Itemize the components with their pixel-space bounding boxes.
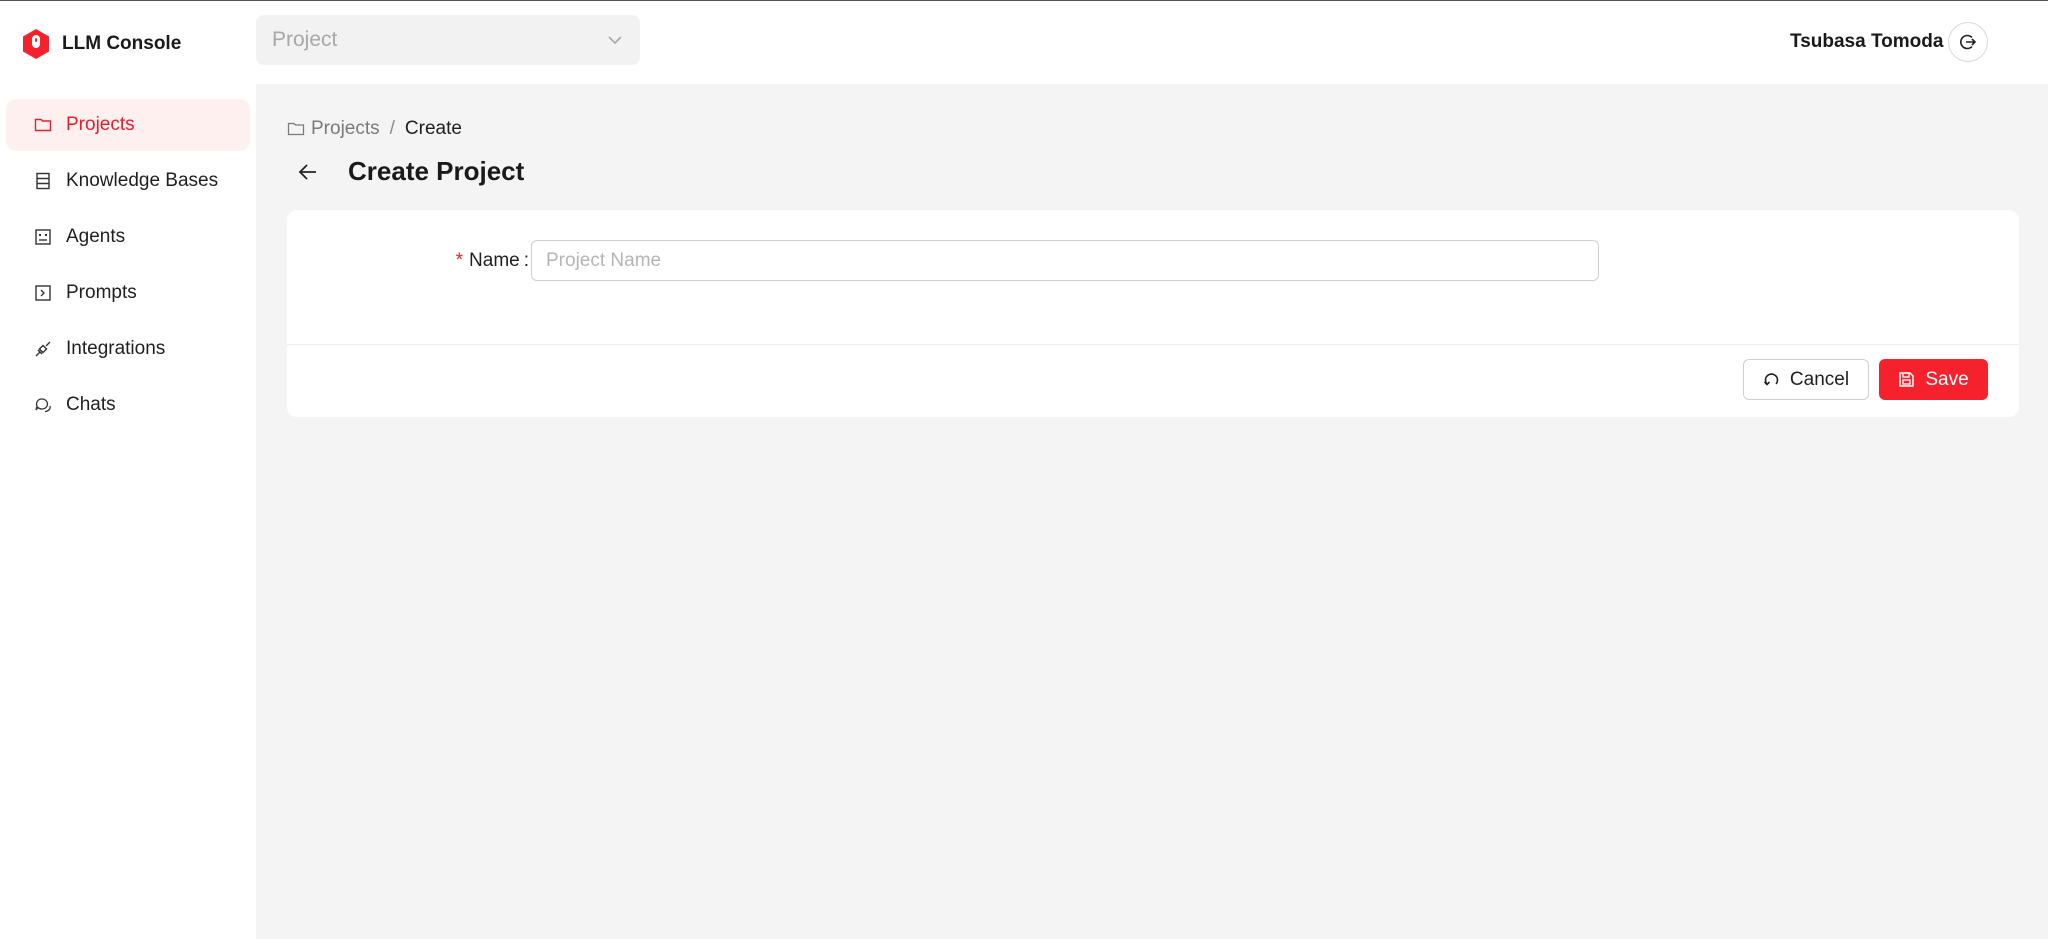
sidebar-item-projects[interactable]: Projects bbox=[6, 99, 250, 151]
breadcrumb-projects-link[interactable]: Projects bbox=[287, 118, 380, 140]
name-form-row: * Name: bbox=[287, 240, 2019, 282]
breadcrumb-separator: / bbox=[389, 118, 395, 139]
folder-icon bbox=[34, 118, 52, 132]
sidebar-item-prompts[interactable]: Prompts bbox=[6, 267, 250, 319]
back-button[interactable] bbox=[292, 156, 324, 188]
sidebar-item-label: Integrations bbox=[66, 338, 166, 359]
logout-icon bbox=[1960, 34, 1977, 50]
api-icon bbox=[35, 341, 51, 357]
required-mark: * bbox=[455, 250, 464, 271]
project-select[interactable]: Project bbox=[256, 15, 640, 65]
logo-icon bbox=[23, 29, 49, 59]
user-name: Tsubasa Tomoda bbox=[1790, 31, 1944, 52]
main-content: Projects / Create Create Project * Name: … bbox=[256, 84, 2048, 939]
breadcrumb-current: Create bbox=[404, 118, 462, 139]
sidebar-item-label: Knowledge Bases bbox=[66, 170, 219, 191]
robot-icon bbox=[35, 229, 51, 245]
sidebar-item-agents[interactable]: Agents bbox=[6, 211, 250, 263]
logout-button[interactable] bbox=[1948, 22, 1988, 62]
sidebar-item-label: Chats bbox=[66, 394, 116, 415]
app-logo[interactable]: LLM Console bbox=[20, 28, 181, 60]
folder-icon bbox=[287, 122, 305, 136]
top-bar: LLM Console Project Tsubasa Tomoda bbox=[0, 1, 2048, 84]
sidebar-item-label: Agents bbox=[66, 226, 126, 247]
sidebar-item-label: Prompts bbox=[66, 282, 137, 303]
save-button[interactable]: Save bbox=[1879, 359, 1988, 400]
chevron-down-icon bbox=[608, 36, 622, 45]
sidebar-item-chats[interactable]: Chats bbox=[6, 379, 250, 431]
breadcrumb: Projects / Create bbox=[287, 118, 462, 140]
arrow-left-icon bbox=[298, 164, 316, 180]
card-divider bbox=[287, 344, 2019, 345]
project-name-input[interactable] bbox=[531, 240, 1599, 281]
name-label-text: Name bbox=[469, 250, 520, 271]
sidebar: Projects Knowledge Bases Agents Prompts … bbox=[0, 84, 256, 939]
name-label: * Name: bbox=[456, 250, 529, 272]
code-icon bbox=[35, 285, 51, 301]
name-label-colon: : bbox=[523, 250, 529, 271]
reload-icon bbox=[1763, 373, 1779, 386]
cancel-label: Cancel bbox=[1789, 368, 1850, 390]
breadcrumb-parent-label: Projects bbox=[311, 118, 380, 139]
database-icon bbox=[36, 172, 50, 190]
sidebar-item-integrations[interactable]: Integrations bbox=[6, 323, 250, 375]
app-title: LLM Console bbox=[62, 33, 182, 54]
page-title: Create Project bbox=[348, 156, 525, 186]
save-label: Save bbox=[1925, 368, 1969, 390]
sidebar-item-knowledge-bases[interactable]: Knowledge Bases bbox=[6, 155, 250, 207]
save-icon bbox=[1899, 372, 1915, 387]
project-select-placeholder: Project bbox=[272, 28, 338, 51]
chat-icon bbox=[35, 398, 51, 413]
cancel-button[interactable]: Cancel bbox=[1743, 359, 1869, 400]
create-project-card: *Name: Cancel Save bbox=[287, 210, 2019, 417]
sidebar-item-label: Projects bbox=[66, 114, 135, 135]
